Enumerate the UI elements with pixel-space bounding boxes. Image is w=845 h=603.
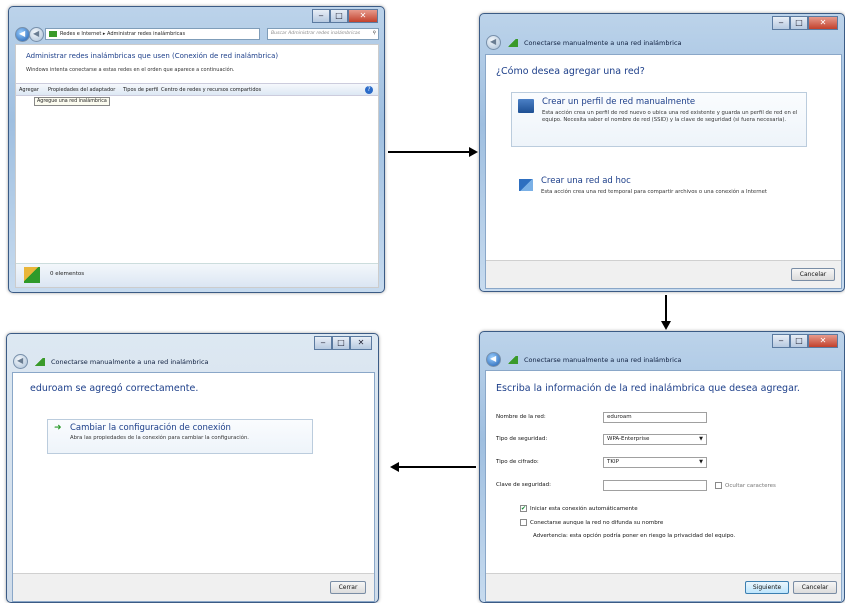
- page-title: eduroam se agregó correctamente.: [30, 383, 199, 394]
- add-network-window: ‒ □ ✕ Conectarse manualmente a una red i…: [479, 13, 845, 292]
- maximize-button[interactable]: □: [790, 16, 808, 30]
- cancel-button[interactable]: Cancelar: [793, 581, 837, 594]
- arrow-right: [388, 151, 471, 153]
- adhoc-network-icon: [519, 179, 533, 191]
- dialog-footer: Siguiente Cancelar: [486, 573, 841, 601]
- encryption-type-label: Tipo de cifrado:: [496, 459, 539, 465]
- dropdown-arrow-icon: ▼: [699, 436, 703, 442]
- minimize-button[interactable]: ‒: [772, 334, 790, 348]
- security-type-select[interactable]: WPA-Enterprise ▼: [603, 434, 707, 445]
- window-title: Conectarse manualmente a una red inalámb…: [506, 355, 682, 364]
- toolbar-adapter-properties[interactable]: Propiedades del adaptador: [48, 84, 115, 96]
- computer-network-icon: [518, 99, 534, 113]
- option-title: Cambiar la configuración de conexión: [70, 423, 231, 433]
- back-icon[interactable]: [486, 352, 501, 367]
- breadcrumb-item[interactable]: Administrar redes inalámbricas: [107, 31, 185, 37]
- page-title: Administrar redes inalámbricas que usen …: [26, 52, 279, 60]
- arrowhead-right: [469, 147, 478, 157]
- security-type-label: Tipo de seguridad:: [496, 436, 548, 442]
- toolbar-add[interactable]: Agregar: [19, 84, 39, 96]
- checkbox[interactable]: [520, 519, 527, 526]
- back-icon[interactable]: [15, 27, 30, 42]
- connect-hidden-checkbox[interactable]: Conectarse aunque la red no difunda su n…: [520, 519, 663, 526]
- network-name-label: Nombre de la red:: [496, 414, 546, 420]
- close-button[interactable]: ✕: [808, 334, 838, 348]
- window-caption-buttons: ‒ □ ✕: [314, 336, 372, 350]
- forward-icon[interactable]: [29, 27, 44, 42]
- option-adhoc[interactable]: Crear una red ad hoc Esta acción crea un…: [511, 174, 807, 214]
- cancel-button[interactable]: Cancelar: [791, 268, 835, 281]
- checkbox[interactable]: [715, 482, 722, 489]
- window-title: Conectarse manualmente a una red inalámb…: [506, 38, 682, 47]
- tooltip: Agregue una red inalámbrica: [34, 97, 110, 106]
- auto-start-checkbox[interactable]: ✔ Iniciar esta conexión automáticamente: [520, 505, 638, 512]
- search-placeholder: Buscar Administrar redes inalámbricas: [271, 31, 361, 36]
- close-dialog-button[interactable]: Cerrar: [330, 581, 366, 594]
- dropdown-arrow-icon: ▼: [699, 459, 703, 465]
- close-button[interactable]: ✕: [808, 16, 838, 30]
- breadcrumb-item[interactable]: Redes e Internet: [60, 31, 101, 37]
- minimize-button[interactable]: ‒: [314, 336, 332, 350]
- network-icon: [33, 357, 47, 366]
- option-description: Esta acción crea una red temporal para c…: [541, 189, 767, 195]
- search-icon: ⚲: [372, 31, 376, 36]
- option-title: Crear un perfil de red manualmente: [542, 97, 696, 107]
- window-caption-buttons: ‒ □ ✕: [312, 9, 378, 23]
- network-icon: [506, 38, 520, 47]
- page-title: ¿Cómo desea agregar una red?: [496, 66, 645, 77]
- toolbar-profile-types[interactable]: Tipos de perfil: [123, 84, 158, 96]
- minimize-button[interactable]: ‒: [772, 16, 790, 30]
- close-button[interactable]: ✕: [348, 9, 378, 23]
- page-title: Escriba la información de la red inalámb…: [496, 383, 800, 394]
- maximize-button[interactable]: □: [330, 9, 348, 23]
- arrow-down: [665, 295, 667, 323]
- arrowhead-down: [661, 321, 671, 330]
- back-icon[interactable]: [486, 35, 501, 50]
- privacy-warning: Advertencia: esta opción podría poner en…: [533, 533, 736, 539]
- toolbar-network-center[interactable]: Centro de redes y recursos compartidos: [161, 84, 261, 96]
- toolbar: Agregar Propiedades del adaptador Tipos …: [16, 83, 378, 96]
- back-icon[interactable]: [13, 354, 28, 369]
- option-change-settings[interactable]: ➜ Cambiar la configuración de conexión A…: [47, 419, 313, 454]
- search-input[interactable]: Buscar Administrar redes inalámbricas ⚲: [267, 28, 379, 40]
- maximize-button[interactable]: □: [332, 336, 350, 350]
- network-icon: [49, 31, 57, 37]
- network-name-field[interactable]: eduroam: [603, 412, 707, 423]
- option-description: Abra las propiedades de la conexión para…: [70, 435, 249, 441]
- security-key-label: Clave de seguridad:: [496, 482, 551, 488]
- status-bar: 0 elementos: [16, 263, 378, 287]
- window-caption-buttons: ‒ □ ✕: [772, 334, 838, 348]
- window-title: Conectarse manualmente a una red inalámb…: [33, 357, 209, 366]
- green-arrow-icon: ➜: [54, 423, 62, 433]
- encryption-type-select[interactable]: TKIP ▼: [603, 457, 707, 468]
- dialog-footer: Cerrar: [13, 573, 374, 601]
- close-button[interactable]: ✕: [350, 336, 372, 350]
- window-caption-buttons: ‒ □ ✕: [772, 16, 838, 30]
- checkbox-checked[interactable]: ✔: [520, 505, 527, 512]
- help-icon[interactable]: ?: [365, 86, 373, 94]
- dialog-footer: Cancelar: [486, 260, 841, 288]
- page-subtext: Windows intenta conectarse a estas redes…: [26, 67, 235, 73]
- content-area: Escriba la información de la red inalámb…: [485, 370, 842, 602]
- next-button[interactable]: Siguiente: [745, 581, 789, 594]
- maximize-button[interactable]: □: [790, 334, 808, 348]
- network-info-window: ‒ □ ✕ Conectarse manualmente a una red i…: [479, 331, 845, 603]
- wireless-signal-icon: [24, 267, 40, 283]
- network-icon: [506, 355, 520, 364]
- manage-wireless-window: ‒ □ ✕ Redes e Internet ▸ Administrar red…: [8, 6, 385, 293]
- hide-characters-checkbox[interactable]: Ocultar caracteres: [715, 482, 776, 489]
- option-description: Esta acción crea un perfil de red nuevo …: [542, 110, 798, 123]
- arrowhead-left: [390, 462, 399, 472]
- arrow-left: [399, 466, 476, 468]
- address-bar[interactable]: Redes e Internet ▸ Administrar redes ina…: [45, 28, 260, 40]
- option-title: Crear una red ad hoc: [541, 176, 631, 186]
- content-area: eduroam se agregó correctamente. ➜ Cambi…: [12, 372, 375, 602]
- minimize-button[interactable]: ‒: [312, 9, 330, 23]
- option-manual-profile[interactable]: Crear un perfil de red manualmente Esta …: [511, 92, 807, 147]
- success-window: ‒ □ ✕ Conectarse manualmente a una red i…: [6, 333, 379, 603]
- item-count: 0 elementos: [50, 271, 85, 277]
- security-key-field[interactable]: [603, 480, 707, 491]
- content-area: ¿Cómo desea agregar una red? Crear un pe…: [485, 54, 842, 289]
- content-area: Administrar redes inalámbricas que usen …: [15, 44, 379, 288]
